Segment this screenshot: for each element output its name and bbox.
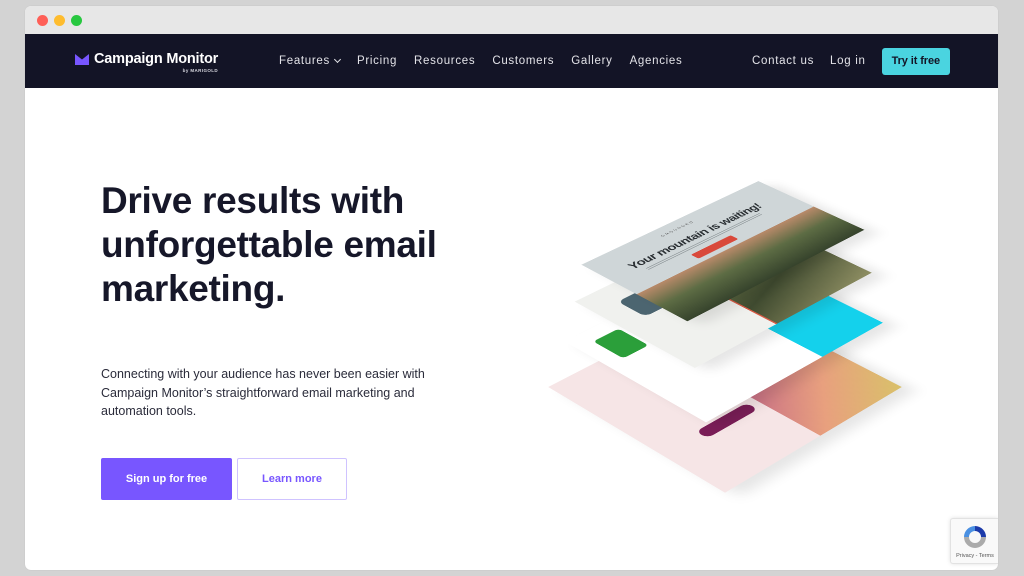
envelope-logo-icon <box>75 54 89 65</box>
logo[interactable]: Campaign Monitor by MARIGOLD <box>75 50 219 73</box>
cta-row: Sign up for free Learn more <box>101 457 521 500</box>
illustration-stack: day er. Pouch range Products <box>545 172 905 493</box>
close-window-button[interactable] <box>37 15 48 26</box>
hero-description: Connecting with your audience has never … <box>101 367 425 418</box>
nav-link-resources[interactable]: Resources <box>414 55 475 67</box>
login-link[interactable]: Log in <box>830 55 866 67</box>
window-titlebar <box>25 6 998 34</box>
sign-up-button[interactable]: Sign up for free <box>101 457 232 500</box>
logo-text: Campaign Monitor <box>94 51 219 67</box>
learn-more-button[interactable]: Learn more <box>237 457 347 500</box>
hero-title: Drive results with unforgettable email m… <box>101 180 437 309</box>
try-it-free-button[interactable]: Try it free <box>881 47 950 75</box>
nav-link-customers[interactable]: Customers <box>492 55 554 67</box>
top-nav: Campaign Monitor by MARIGOLD Features Pr… <box>25 34 998 88</box>
nav-right: Contact us Log in Try it free <box>752 34 950 88</box>
nav-link-gallery[interactable]: Gallery <box>571 55 612 67</box>
browser-window: Campaign Monitor by MARIGOLD Features Pr… <box>25 6 998 570</box>
recaptcha-links[interactable]: Privacy - Terms <box>951 553 998 559</box>
contact-us-link[interactable]: Contact us <box>752 55 814 67</box>
nav-link-pricing[interactable]: Pricing <box>357 55 397 67</box>
nav-link-label: Features <box>279 55 330 67</box>
chevron-down-icon <box>333 55 342 64</box>
recaptcha-icon <box>964 526 986 548</box>
nav-links: Features Pricing Resources Customers Gal… <box>279 34 699 88</box>
nav-link-agencies[interactable]: Agencies <box>630 55 683 67</box>
logo-subtext: by MARIGOLD <box>182 68 219 73</box>
maximize-window-button[interactable] <box>71 15 82 26</box>
nav-link-features[interactable]: Features <box>279 55 342 67</box>
minimize-window-button[interactable] <box>54 15 65 26</box>
hero-section: Drive results with unforgettable email m… <box>101 179 521 500</box>
email-templates-illustration: day er. Pouch range Products <box>545 172 905 493</box>
recaptcha-badge[interactable]: Privacy - Terms <box>950 518 998 564</box>
